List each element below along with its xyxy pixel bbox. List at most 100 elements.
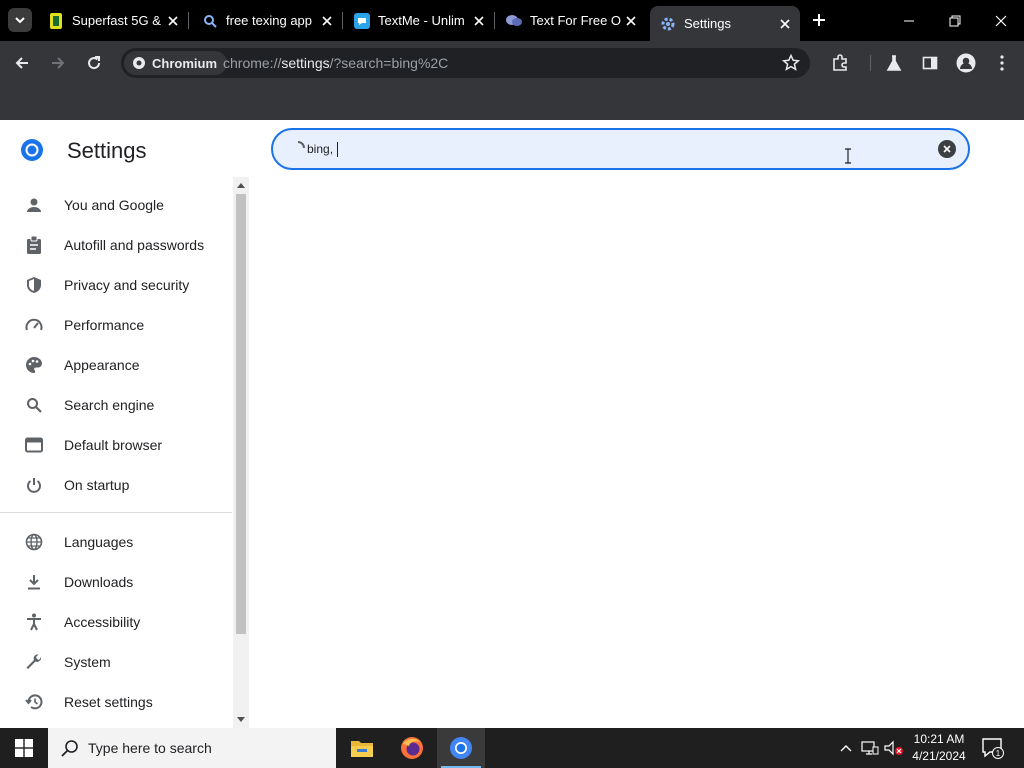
browser-window-icon: [24, 435, 44, 455]
green-tile-icon: [48, 12, 64, 29]
arrow-right-icon: [52, 57, 65, 69]
flask-icon: [886, 55, 902, 71]
power-icon: [24, 475, 44, 495]
scroll-down-arrow-icon[interactable]: [236, 715, 246, 725]
tab-text-for-free[interactable]: Text For Free O: [496, 6, 646, 35]
extensions-button[interactable]: [826, 49, 854, 77]
more-vert-icon: [1000, 55, 1004, 71]
sidebar-item-autofill[interactable]: Autofill and passwords: [0, 225, 232, 265]
taskbar-search-placeholder: Type here to search: [88, 740, 212, 756]
clock-time: 10:21 AM: [913, 732, 965, 746]
chromium-taskbar-button[interactable]: [437, 728, 485, 768]
scroll-up-arrow-icon[interactable]: [236, 180, 246, 190]
magnifier-icon: [24, 395, 44, 415]
sidebar-item-performance[interactable]: Performance: [0, 305, 232, 345]
site-info-chip[interactable]: Chromium: [124, 51, 227, 75]
sidebar-item-reset-settings[interactable]: Reset settings: [0, 682, 232, 722]
firefox-button[interactable]: [388, 728, 436, 768]
tab-separator: [494, 12, 495, 29]
settings-sidebar: You and Google Autofill and passwords Pr…: [0, 185, 232, 722]
sidebar-item-accessibility[interactable]: Accessibility: [0, 602, 232, 642]
notification-center-button[interactable]: 1: [980, 736, 1004, 760]
tab-settings[interactable]: Settings: [650, 6, 800, 41]
sidebar-item-appearance[interactable]: Appearance: [0, 345, 232, 385]
sidebar-item-system[interactable]: System: [0, 642, 232, 682]
sidebar-item-downloads[interactable]: Downloads: [0, 562, 232, 602]
taskbar-clock[interactable]: 10:21 AM 4/21/2024: [906, 731, 972, 765]
minimize-icon: [904, 20, 914, 21]
sidebar-item-label: Autofill and passwords: [64, 237, 205, 253]
sidebar-item-label: Search engine: [64, 397, 155, 413]
download-icon: [24, 572, 44, 592]
labs-button[interactable]: [880, 49, 908, 77]
chevron-down-icon: [15, 17, 25, 24]
sidebar-divider: [0, 512, 232, 513]
close-icon[interactable]: [622, 12, 640, 30]
chevron-up-icon[interactable]: [836, 738, 856, 758]
sidebar-item-label: Downloads: [64, 574, 134, 590]
restore-icon: [949, 15, 961, 26]
close-icon: [943, 145, 951, 153]
globe-icon: [24, 532, 44, 552]
chromium-logo-icon: [21, 139, 43, 161]
sidebar-item-on-startup[interactable]: On startup: [0, 465, 232, 505]
avatar-icon: [956, 53, 976, 73]
new-tab-button[interactable]: [808, 9, 830, 31]
address-bar[interactable]: Chromium chrome://settings/?search=bing%…: [121, 48, 810, 78]
sidebar-item-default-browser[interactable]: Default browser: [0, 425, 232, 465]
sidebar-item-label: Default browser: [64, 437, 163, 453]
text-caret: [337, 142, 338, 157]
close-icon[interactable]: [164, 12, 182, 30]
close-window-button[interactable]: [978, 0, 1024, 41]
tab-textme[interactable]: TextMe - Unlim: [344, 6, 494, 35]
notification-count: 1: [996, 749, 1001, 758]
tab-search-button[interactable]: [8, 8, 32, 32]
network-icon[interactable]: [860, 738, 880, 758]
sidebar-item-label: System: [64, 654, 111, 670]
url-path: /?search=bing%2C: [329, 55, 449, 71]
profile-button[interactable]: [952, 49, 980, 77]
side-panel-button[interactable]: [916, 49, 944, 77]
volume-muted-icon[interactable]: [884, 738, 904, 758]
minimize-button[interactable]: [886, 0, 932, 41]
tab-title: free texing app: [226, 13, 313, 28]
taskbar: Type here to search 10:21 AM 4/21/2024 1: [0, 728, 1024, 768]
url-text[interactable]: chrome://settings/?search=bing%2C: [223, 55, 448, 71]
sidebar-scrollbar[interactable]: [233, 177, 249, 728]
restore-button[interactable]: [932, 0, 978, 41]
page-title: Settings: [67, 138, 147, 163]
tab-free-texting[interactable]: free texing app: [192, 6, 342, 35]
url-scheme: chrome://: [223, 55, 282, 71]
sidebar-item-label: Appearance: [64, 357, 140, 373]
star-icon[interactable]: [782, 54, 800, 72]
file-explorer-button[interactable]: [338, 728, 386, 768]
menu-button[interactable]: [988, 49, 1016, 77]
plus-icon: [813, 14, 825, 26]
sidebar-item-label: On startup: [64, 477, 130, 493]
tab-superfast[interactable]: Superfast 5G &: [38, 6, 188, 35]
tab-separator: [188, 12, 189, 29]
back-button[interactable]: [8, 49, 36, 77]
tab-separator: [342, 12, 343, 29]
close-icon[interactable]: [470, 12, 488, 30]
wrench-icon: [24, 652, 44, 672]
url-host: settings: [281, 55, 330, 71]
sidebar-item-label: Reset settings: [64, 694, 153, 710]
sidebar-item-privacy[interactable]: Privacy and security: [0, 265, 232, 305]
close-icon[interactable]: [318, 12, 336, 30]
scrollbar-thumb[interactable]: [236, 194, 246, 634]
start-button[interactable]: [0, 728, 48, 768]
toolbar-divider: [870, 55, 871, 71]
settings-search-box[interactable]: [271, 128, 970, 170]
sidebar-item-languages[interactable]: Languages: [0, 522, 232, 562]
settings-search-input[interactable]: [307, 139, 907, 159]
clear-search-button[interactable]: [938, 140, 956, 158]
gear-icon: [660, 16, 676, 32]
reload-button[interactable]: [80, 49, 108, 77]
forward-button[interactable]: [44, 49, 72, 77]
close-icon[interactable]: [776, 15, 794, 33]
side-panel-icon: [922, 56, 938, 70]
sidebar-item-you-and-google[interactable]: You and Google: [0, 185, 232, 225]
sidebar-item-search-engine[interactable]: Search engine: [0, 385, 232, 425]
taskbar-search-box[interactable]: Type here to search: [48, 728, 336, 768]
